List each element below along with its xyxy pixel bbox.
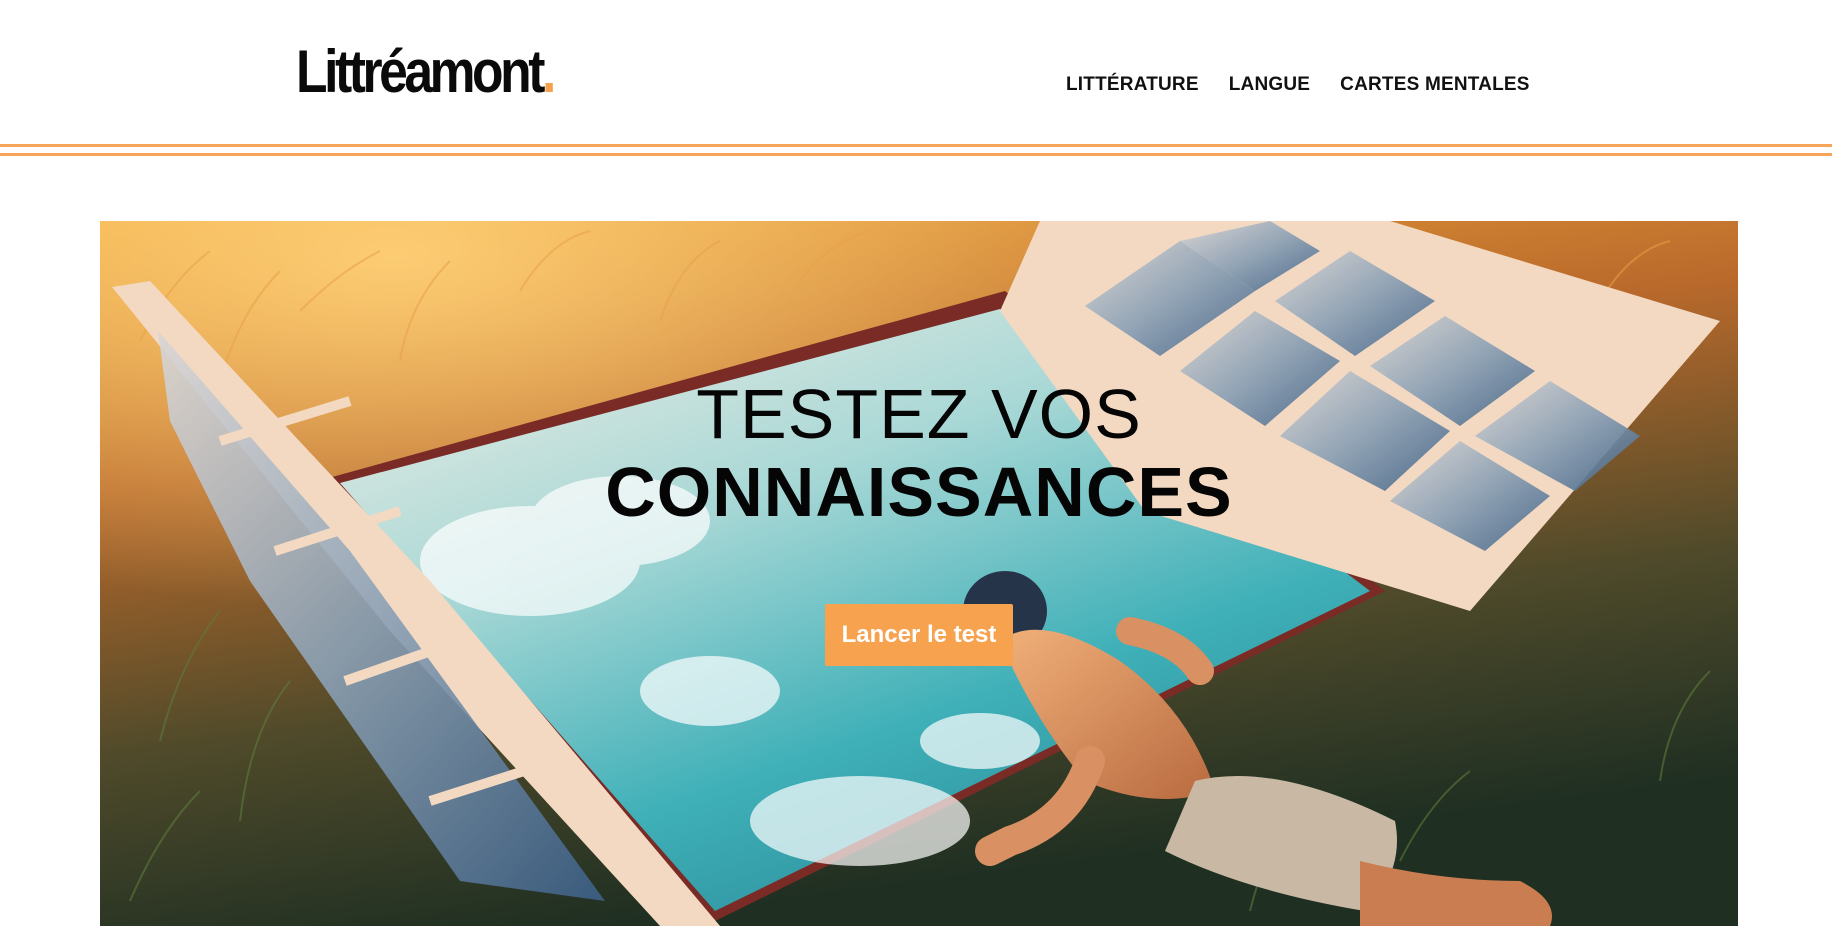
site-logo[interactable]: Littréamont. [296, 42, 556, 102]
hero-banner: TESTEZ VOS CONNAISSANCES Lancer le test [100, 221, 1738, 926]
nav-item-cartes-mentales[interactable]: CARTES MENTALES [1340, 74, 1529, 96]
nav-item-litterature[interactable]: LITTÉRATURE [1066, 74, 1199, 96]
header-divider-top [0, 144, 1832, 147]
logo-dot: . [541, 38, 556, 105]
nav-item-langue[interactable]: LANGUE [1229, 74, 1310, 96]
site-header: Littréamont. LITTÉRATURE LANGUE CARTES M… [0, 0, 1832, 160]
header-divider-bottom [0, 153, 1832, 156]
hero-title-line1: TESTEZ VOS [696, 375, 1142, 453]
hero-title-line2: CONNAISSANCES [605, 453, 1233, 531]
logo-text: Littréamont [296, 38, 545, 105]
main-nav: LITTÉRATURE LANGUE CARTES MENTALES [1066, 74, 1530, 96]
start-test-button[interactable]: Lancer le test [825, 604, 1013, 666]
hero-illustration [100, 221, 1738, 926]
